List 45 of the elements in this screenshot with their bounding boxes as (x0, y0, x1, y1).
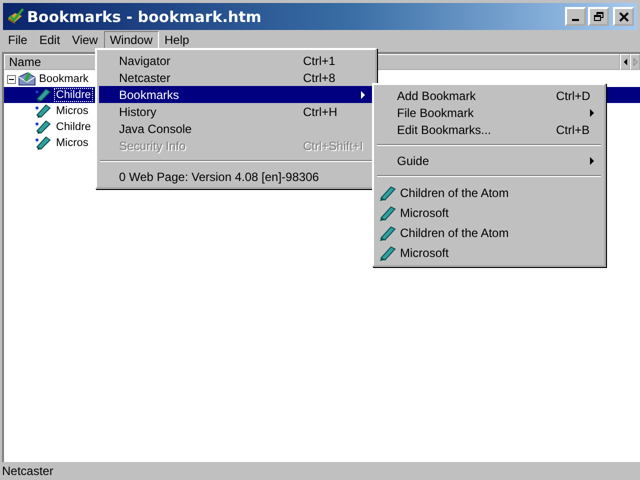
scroll-left-button[interactable] (620, 54, 630, 70)
bookmark-icon (379, 185, 397, 201)
bookmark-icon (379, 225, 397, 241)
bookmark-icon (34, 87, 52, 103)
book-check-icon (6, 8, 24, 26)
bookmark-icon (34, 119, 52, 135)
close-icon (618, 12, 630, 22)
window-title: Bookmarks - bookmark.htm (27, 8, 262, 26)
menu-option[interactable]: File Bookmark (376, 104, 602, 121)
tree-item[interactable]: Bookmark (38, 73, 90, 85)
menu-option[interactable]: Guide (376, 152, 602, 169)
menu-item[interactable]: Help (158, 31, 196, 49)
close-button[interactable] (613, 7, 634, 26)
menu-option[interactable]: History Ctrl+H (99, 103, 373, 120)
menu-option[interactable]: Edit Bookmarks... Ctrl+B (376, 121, 602, 138)
bookmark-icon (34, 135, 52, 151)
minimize-button[interactable] (565, 7, 586, 26)
menu-option[interactable]: Navigator Ctrl+1 (99, 52, 373, 69)
menu-item[interactable]: File (2, 31, 34, 49)
menu-option[interactable]: Java Console (99, 120, 373, 137)
menu-option[interactable]: Add Bookmark Ctrl+D (376, 87, 602, 104)
left-arrow-icon (622, 58, 628, 66)
right-arrow-icon (632, 58, 638, 66)
menu-option[interactable]: 0 Web Page: Version 4.08 [en]-98306 (99, 168, 373, 185)
menu-item[interactable]: Edit (33, 31, 66, 49)
bookmark-icon (379, 205, 397, 221)
tree-item[interactable]: Childre (55, 121, 92, 133)
menu-option[interactable]: Bookmarks (99, 86, 373, 103)
collapse-toggle[interactable] (7, 74, 16, 84)
bookmark-icon (379, 245, 397, 261)
bookmark-menu-option[interactable]: Microsoft (376, 203, 602, 223)
bookmark-menu-option[interactable]: Children of the Atom (376, 223, 602, 243)
minimize-icon (572, 18, 579, 20)
bookmark-folder-icon (18, 71, 36, 87)
restore-button[interactable] (588, 7, 609, 26)
status-text: Netcaster (2, 464, 54, 478)
tree-item[interactable]: Micros (55, 105, 90, 117)
tree-item[interactable]: Micros (55, 137, 90, 149)
tree-item[interactable]: Childre (55, 89, 92, 101)
bookmark-menu-option[interactable]: Children of the Atom (376, 183, 602, 203)
bookmark-menu-option[interactable]: Microsoft (376, 243, 602, 263)
restore-icon (592, 12, 604, 22)
menu-item[interactable]: View (66, 31, 104, 49)
menu-option[interactable]: Netcaster Ctrl+8 (99, 69, 373, 86)
bookmark-icon (34, 103, 52, 119)
